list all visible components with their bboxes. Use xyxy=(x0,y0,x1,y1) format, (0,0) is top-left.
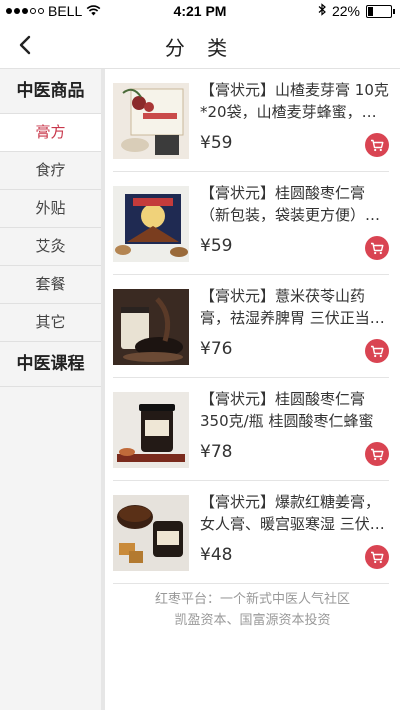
product-item[interactable]: 【膏状元】山楂麦芽膏 10克*20袋，山楂麦芽蜂蜜，酸甜开胃 ¥59 xyxy=(113,69,389,172)
product-title[interactable]: 【膏状元】爆款红糖姜膏，女人膏、暖宫驱寒湿 三伏正当时 xyxy=(200,491,389,535)
bluetooth-icon xyxy=(318,3,326,19)
sidebar-item-aijiu[interactable]: 艾灸 xyxy=(0,228,101,266)
product-title[interactable]: 【膏状元】桂圆酸枣仁膏 350克/瓶 桂圆酸枣仁蜂蜜 xyxy=(200,388,389,432)
category-group-tcm-courses[interactable]: 中医课程 xyxy=(0,342,101,387)
add-to-cart-button[interactable] xyxy=(365,339,389,363)
product-image[interactable] xyxy=(113,289,189,365)
status-right: 22% xyxy=(318,3,395,19)
product-title[interactable]: 【膏状元】桂圆酸枣仁膏 （新包装，袋装更方便）10克*20袋 xyxy=(200,182,389,226)
category-group-tcm-goods[interactable]: 中医商品 xyxy=(0,69,101,114)
add-to-cart-button[interactable] xyxy=(365,442,389,466)
add-to-cart-button[interactable] xyxy=(365,133,389,157)
sidebar-item-qita[interactable]: 其它 xyxy=(0,304,101,342)
battery-icon xyxy=(366,4,395,18)
sidebar-item-shiliao[interactable]: 食疗 xyxy=(0,152,101,190)
product-price: ¥59 xyxy=(200,133,233,153)
footer-info: 红枣平台：一个新式中医人气社区 凯盈资本、国富源资本投资 xyxy=(105,589,400,631)
cart-icon xyxy=(371,551,384,563)
product-item[interactable]: 【膏状元】薏米茯苓山药膏，祛湿养脾胃 三伏正当时 350克 ¥76 xyxy=(113,275,389,378)
nav-bar: 分 类 xyxy=(0,22,400,69)
product-image[interactable] xyxy=(113,83,189,159)
sidebar-item-waitie[interactable]: 外贴 xyxy=(0,190,101,228)
product-item[interactable]: 【膏状元】桂圆酸枣仁膏 350克/瓶 桂圆酸枣仁蜂蜜 ¥78 xyxy=(113,378,389,481)
product-price: ¥48 xyxy=(200,545,233,565)
cart-icon xyxy=(371,448,384,460)
product-image[interactable] xyxy=(113,495,189,571)
product-price: ¥59 xyxy=(200,236,233,256)
category-sidebar: 中医商品 膏方 食疗 外贴 艾灸 套餐 其它 中医课程 xyxy=(0,69,105,710)
product-price: ¥76 xyxy=(200,339,233,359)
cart-icon xyxy=(371,242,384,254)
product-image[interactable] xyxy=(113,392,189,468)
product-item[interactable]: 【膏状元】爆款红糖姜膏，女人膏、暖宫驱寒湿 三伏正当时 ¥48 xyxy=(113,481,389,584)
add-to-cart-button[interactable] xyxy=(365,545,389,569)
sidebar-item-taocan[interactable]: 套餐 xyxy=(0,266,101,304)
product-title[interactable]: 【膏状元】薏米茯苓山药膏，祛湿养脾胃 三伏正当时 350克 xyxy=(200,285,389,329)
product-title[interactable]: 【膏状元】山楂麦芽膏 10克*20袋，山楂麦芽蜂蜜，酸甜开胃 xyxy=(200,79,389,123)
product-image[interactable] xyxy=(113,186,189,262)
sidebar-item-gaofang[interactable]: 膏方 xyxy=(0,114,101,152)
footer-line-investors: 凯盈资本、国富源资本投资 xyxy=(174,613,331,628)
add-to-cart-button[interactable] xyxy=(365,236,389,260)
product-item[interactable]: 【膏状元】桂圆酸枣仁膏 （新包装，袋装更方便）10克*20袋 ¥59 xyxy=(113,172,389,275)
footer-line-platform: 红枣平台：一个新式中医人气社区 xyxy=(154,592,350,607)
battery-percent: 22% xyxy=(331,3,360,19)
product-price: ¥78 xyxy=(200,442,233,462)
cart-icon xyxy=(371,139,384,151)
cart-icon xyxy=(371,345,384,357)
page-title: 分 类 xyxy=(164,36,236,60)
status-bar: BELL 4:21 PM 22% xyxy=(0,0,400,22)
